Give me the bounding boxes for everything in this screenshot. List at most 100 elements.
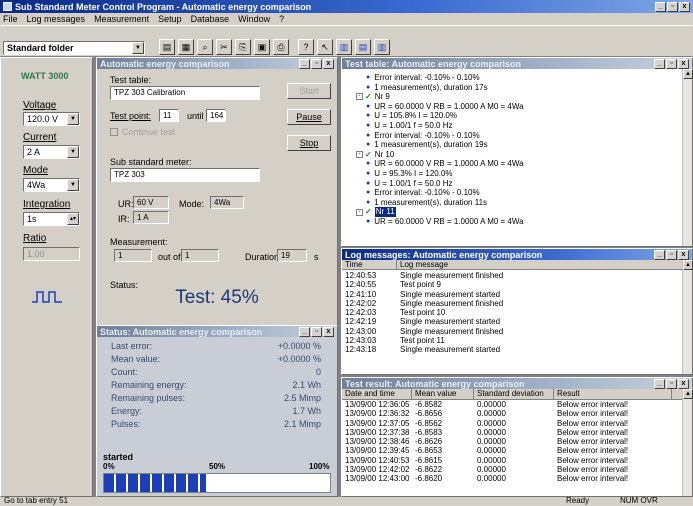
start-button[interactable]: Start: [287, 83, 331, 99]
menu-file[interactable]: File: [3, 13, 18, 25]
menu-setup[interactable]: Setup: [158, 13, 182, 25]
spinner-icon[interactable]: ▴▾: [67, 213, 79, 225]
tree-item[interactable]: ● U = 1.00/1 f = 50.0 Hz: [346, 179, 680, 189]
test-point-field[interactable]: 11: [159, 109, 179, 122]
tree-item[interactable]: ● UR = 60.0000 V RB = 1.0000 A M0 = 4Wa: [346, 102, 680, 112]
close-button[interactable]: x: [323, 326, 334, 337]
menu-measurement[interactable]: Measurement: [94, 13, 149, 25]
minimize-button[interactable]: _: [654, 378, 665, 389]
result-row[interactable]: 13/09/00 12:38:46 -6.8626 0.00000 Below err…: [342, 437, 682, 446]
expand-icon[interactable]: -: [356, 208, 363, 216]
mode-combo[interactable]: 4Wa ▼: [23, 178, 80, 192]
result-col-header[interactable]: Date and time: [342, 389, 412, 399]
tree-item[interactable]: ● U = 95.3% I = 120.0%: [346, 169, 680, 179]
log-scrollbar[interactable]: ▲: [682, 260, 693, 374]
help-icon[interactable]: ?: [298, 39, 314, 55]
maximize-button[interactable]: ▫: [666, 378, 677, 389]
result-col-header[interactable]: Standard deviation: [474, 389, 554, 399]
tree-item[interactable]: ● U = 1.00/1 f = 50.0 Hz: [346, 121, 680, 131]
paste-icon[interactable]: ▣: [254, 39, 270, 55]
log-col-time[interactable]: Time: [342, 260, 397, 269]
minimize-button[interactable]: _: [655, 1, 666, 12]
chevron-down-icon[interactable]: ▼: [67, 179, 79, 191]
menu-help[interactable]: ?: [279, 13, 284, 25]
zoom-icon[interactable]: ⌕: [197, 39, 213, 55]
chevron-down-icon[interactable]: ▼: [67, 146, 79, 158]
window-arrange-icon[interactable]: ▥: [374, 39, 390, 55]
context-help-icon[interactable]: ↖: [317, 39, 333, 55]
voltage-combo[interactable]: 120.0 V ▼: [23, 112, 80, 126]
result-row[interactable]: 13/09/00 12:37:05 -6.8562 0.00000 Below err…: [342, 419, 682, 428]
log-col-message[interactable]: Log message: [397, 260, 448, 269]
tree-scrollbar[interactable]: ▲: [682, 69, 693, 246]
maximize-button[interactable]: ▫: [666, 249, 677, 260]
current-combo[interactable]: 2 A ▼: [23, 145, 80, 159]
until-field[interactable]: 164: [206, 109, 226, 122]
sub-meter-field[interactable]: TPZ 303: [110, 168, 260, 182]
log-row[interactable]: 12:40:55 Test point 9: [342, 280, 682, 289]
stop-button[interactable]: Stop: [287, 135, 331, 151]
log-row[interactable]: 12:43:00 Single measurement finished: [342, 327, 682, 336]
menu-log-messages[interactable]: Log messages: [27, 13, 86, 25]
tree-item[interactable]: ● 1 measurement(s), duration 17s: [346, 83, 680, 93]
minimize-button[interactable]: _: [299, 326, 310, 337]
continue-checkbox[interactable]: [110, 128, 118, 136]
tree-item[interactable]: ● 1 measurement(s), duration 19s: [346, 140, 680, 150]
minimize-button[interactable]: _: [299, 58, 310, 69]
scroll-up-icon[interactable]: ▲: [683, 389, 693, 399]
result-row[interactable]: 13/09/00 12:36:32 -6.8656 0.00000 Below err…: [342, 409, 682, 418]
close-button[interactable]: x: [678, 378, 689, 389]
maximize-button[interactable]: ▫: [311, 58, 322, 69]
log-row[interactable]: 12:42:02 Single measurement finished: [342, 299, 682, 308]
minimize-button[interactable]: _: [654, 58, 665, 69]
result-col-header[interactable]: Mean value: [412, 389, 474, 399]
maximize-button[interactable]: ▫: [667, 1, 678, 12]
test-table-field[interactable]: TPZ 303 Calibration: [110, 86, 260, 100]
integration-spinner[interactable]: 1s ▴▾: [23, 212, 80, 226]
tree-item[interactable]: - ✓ Nr 9: [346, 92, 680, 102]
scroll-up-icon[interactable]: ▲: [683, 260, 693, 270]
copy-icon[interactable]: ⎘: [235, 39, 251, 55]
log-row[interactable]: 12:41:10 Single measurement started: [342, 290, 682, 299]
log-row[interactable]: 12:42:19 Single measurement started: [342, 317, 682, 326]
window-cascade-icon[interactable]: ▤: [355, 39, 371, 55]
scroll-up-icon[interactable]: ▲: [683, 69, 693, 79]
chevron-down-icon[interactable]: ▼: [132, 42, 144, 54]
tree-item[interactable]: ● 1 measurement(s), duration 11s: [346, 198, 680, 208]
log-row[interactable]: 12:43:03 Test point 11: [342, 336, 682, 345]
result-row[interactable]: 13/09/00 12:43:00 -6.8620 0.00000 Below err…: [342, 474, 682, 483]
maximize-button[interactable]: ▫: [311, 326, 322, 337]
result-row[interactable]: 13/09/00 12:37:38 -6.8583 0.00000 Below err…: [342, 428, 682, 437]
tree-item[interactable]: ● UR = 60.0000 V RB = 1.0000 A M0 = 4Wa: [346, 217, 680, 227]
tree-item[interactable]: ● UR = 60.0000 V RB = 1.0000 A M0 = 4Wa: [346, 159, 680, 169]
folder-combo[interactable]: Standard folder ▼: [3, 41, 145, 55]
tree-item[interactable]: - ✓ Nr 10: [346, 150, 680, 160]
tree-item[interactable]: ● Error interval: -0.10% - 0.10%: [346, 73, 680, 83]
log-row[interactable]: 12:43:18 Single measurement started: [342, 345, 682, 354]
close-button[interactable]: x: [323, 58, 334, 69]
menu-window[interactable]: Window: [238, 13, 270, 25]
menu-database[interactable]: Database: [191, 13, 230, 25]
expand-icon[interactable]: -: [356, 93, 363, 101]
print-icon[interactable]: ⎙: [273, 39, 289, 55]
expand-icon[interactable]: -: [356, 151, 363, 159]
tree-item[interactable]: ● Error interval: -0.10% - 0.10%: [346, 188, 680, 198]
result-row[interactable]: 13/09/00 12:36:05 -6.8582 0.00000 Below err…: [342, 400, 682, 409]
pause-button[interactable]: Pause: [287, 109, 331, 125]
result-col-header[interactable]: Result: [554, 389, 672, 399]
minimize-button[interactable]: _: [654, 249, 665, 260]
tree-item[interactable]: ● U = 105.8% I = 120.0%: [346, 111, 680, 121]
grid-icon[interactable]: ▦: [178, 39, 194, 55]
tree-item[interactable]: ● Error interval: -0.10% - 0.10%: [346, 131, 680, 141]
result-scrollbar[interactable]: ▲: [682, 389, 693, 496]
result-row[interactable]: 13/09/00 12:39:45 -6.8653 0.00000 Below err…: [342, 446, 682, 455]
maximize-button[interactable]: ▫: [666, 58, 677, 69]
close-button[interactable]: x: [679, 1, 690, 12]
result-row[interactable]: 13/09/00 12:42:02 -6.8622 0.00000 Below err…: [342, 465, 682, 474]
close-button[interactable]: x: [678, 58, 689, 69]
close-button[interactable]: x: [678, 249, 689, 260]
save-icon[interactable]: ▤: [159, 39, 175, 55]
cut-icon[interactable]: ✂: [216, 39, 232, 55]
log-row[interactable]: 12:40:53 Single measurement finished: [342, 271, 682, 280]
chevron-down-icon[interactable]: ▼: [67, 113, 79, 125]
